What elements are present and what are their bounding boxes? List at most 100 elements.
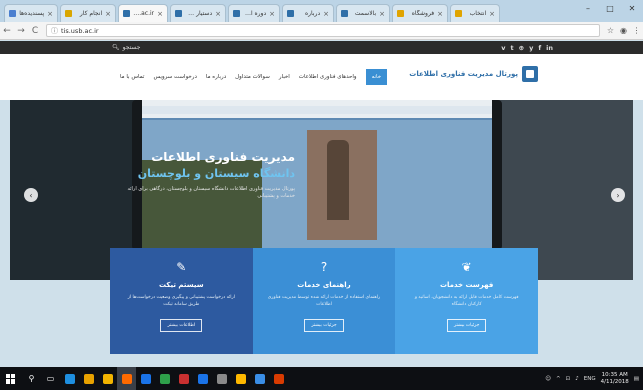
tab-label: فروشگاه <box>411 10 435 17</box>
notification-icon[interactable]: ▤ <box>634 376 639 382</box>
taskbar-app-icon[interactable] <box>136 367 155 390</box>
tray-people-icon[interactable]: ☺ <box>545 376 551 382</box>
extension-icon[interactable]: ◉ <box>617 26 630 35</box>
tab-label: درباره <box>305 10 321 17</box>
card-description: فهرست کامل خدمات قابل ارائه به دانشجویان… <box>414 295 519 307</box>
taskbar-app-icon[interactable] <box>60 367 79 390</box>
slider-next-icon[interactable]: › <box>611 188 625 202</box>
forward-icon[interactable]: → <box>14 26 28 36</box>
tab-close-icon[interactable]: × <box>47 10 53 18</box>
tab-close-icon[interactable]: × <box>269 10 275 18</box>
app-glyph-icon <box>216 373 227 384</box>
tab-close-icon[interactable]: × <box>437 10 443 18</box>
taskbar-app-icon[interactable] <box>98 367 117 390</box>
nav-item-news[interactable]: اخبار <box>279 74 290 80</box>
browser-tab[interactable]: دستیار شما × <box>170 4 226 22</box>
browser-tab[interactable]: فروشگاه × <box>392 4 448 22</box>
app-glyph-icon <box>197 373 208 384</box>
slider-prev-icon[interactable]: ‹ <box>24 188 38 202</box>
language-indicator[interactable]: ENG <box>584 376 596 382</box>
taskbar-app-icon[interactable] <box>155 367 174 390</box>
task-view-icon[interactable]: ▭ <box>41 367 60 390</box>
browser-tab[interactable]: انجام کار × <box>60 4 116 22</box>
telegram-icon[interactable]: t <box>511 44 514 52</box>
volume-icon[interactable]: ♪ <box>575 376 579 382</box>
browser-tab[interactable]: پسندیده‌ها × <box>4 4 58 22</box>
browser-tab[interactable]: دوره آموزشی× <box>228 4 280 22</box>
app-glyph-icon <box>83 373 94 384</box>
minimize-button[interactable]: – <box>577 0 599 16</box>
tab-close-icon[interactable]: × <box>157 10 163 18</box>
taskbar-app-icon[interactable] <box>117 367 136 390</box>
nav-item-faq[interactable]: سوالات متداول <box>235 74 270 80</box>
nav-item-contact[interactable]: تماس با ما <box>120 74 144 80</box>
system-tray: ☺ ^ ⊡ ♪ ENG 10:35 AM 4/11/2018 ▤ <box>545 372 643 385</box>
browser-tab[interactable]: درباره × <box>282 4 334 22</box>
taskbar-app-icon[interactable] <box>269 367 288 390</box>
nav-item-about[interactable]: درباره ما <box>206 74 226 80</box>
edit-icon: ✎ <box>176 260 187 274</box>
clock[interactable]: 10:35 AM 4/11/2018 <box>601 372 629 385</box>
maximize-button[interactable]: □ <box>599 0 621 16</box>
tab-label: tis.ac.ir <box>133 10 155 17</box>
taskbar-app-icon[interactable] <box>174 367 193 390</box>
app-glyph-icon <box>254 373 265 384</box>
taskbar-app-icon[interactable] <box>212 367 231 390</box>
tab-close-icon[interactable]: × <box>379 10 385 18</box>
card-more-button[interactable]: اطلاعات بیشتر <box>160 318 203 332</box>
tab-favicon-icon <box>397 10 404 17</box>
taskbar-app-icon[interactable] <box>250 367 269 390</box>
nav-item-service-request[interactable]: درخواست سرویس <box>153 74 196 80</box>
app-glyph-icon <box>159 373 170 384</box>
facebook-icon[interactable]: f <box>538 44 541 52</box>
instagram-icon[interactable]: ⊕ <box>519 44 524 52</box>
app-glyph-icon <box>102 373 113 384</box>
tab-close-icon[interactable]: × <box>489 10 495 18</box>
url-input[interactable]: ⓘ tis.usb.ac.ir <box>46 24 600 37</box>
windows-taskbar: ⚲ ▭ ☺ ^ ⊡ ♪ ENG 10:35 AM 4/11/2018 ▤ <box>0 367 643 390</box>
reload-icon[interactable]: C <box>28 26 42 36</box>
card-more-button[interactable]: جزئیات بیشتر <box>304 318 344 332</box>
search-icon[interactable]: ⚲ <box>22 367 41 390</box>
window-controls: – □ ✕ <box>577 0 643 16</box>
menu-icon[interactable]: ⋮ <box>630 26 643 35</box>
vimeo-icon[interactable]: v <box>501 44 505 52</box>
hero-description: پورتال مدیریت فناوری اطلاعات دانشگاه سیس… <box>127 186 295 199</box>
linkedin-icon[interactable]: in <box>546 44 553 52</box>
tab-favicon-icon <box>233 10 240 17</box>
network-icon[interactable]: ⊡ <box>566 376 571 382</box>
tab-close-icon[interactable]: × <box>105 10 111 18</box>
taskbar-app-icon[interactable] <box>193 367 212 390</box>
tab-label: دستیار شما <box>185 10 213 17</box>
tab-close-icon[interactable]: × <box>215 10 221 18</box>
site-logo[interactable]: پورتال مدیریت فناوری اطلاعات <box>409 66 538 82</box>
card-title: سیستم تیکت <box>159 281 204 289</box>
taskbar-app-icon[interactable] <box>79 367 98 390</box>
site-search[interactable]: 🔍︎ جستجو <box>112 44 140 51</box>
browser-tab[interactable]: tis.ac.ir × <box>118 4 168 22</box>
card-more-button[interactable]: جزئیات بیشتر <box>446 318 487 332</box>
nav-item-it-units[interactable]: واحدهای فناوری اطلاعات <box>299 74 357 80</box>
start-button[interactable] <box>0 367 22 390</box>
tab-favicon-icon <box>341 10 348 17</box>
nav-item-home[interactable]: خانه <box>365 69 388 85</box>
back-icon[interactable]: ← <box>0 26 14 36</box>
address-bar-row: ← → C ⓘ tis.usb.ac.ir ☆ ◉ ⋮ <box>0 22 643 40</box>
browser-tab[interactable]: انتخاب × <box>450 4 500 22</box>
star-icon[interactable]: ☆ <box>604 26 617 35</box>
taskbar-apps <box>60 367 288 390</box>
tab-favicon-icon <box>123 10 130 17</box>
service-cards: ✎ سیستم تیکت ارائه درخواست پشتیبانی و پی… <box>110 248 539 354</box>
site-topbar: 🔍︎ جستجو v t ⊕ y f in <box>0 41 643 54</box>
browser-tab[interactable]: بالاسمت × <box>336 4 390 22</box>
close-window-button[interactable]: ✕ <box>621 0 643 16</box>
taskbar-app-icon[interactable] <box>231 367 250 390</box>
tray-chevron-icon[interactable]: ^ <box>556 376 561 382</box>
tab-label: انتخاب <box>469 10 487 17</box>
twitter-icon[interactable]: y <box>529 44 533 52</box>
tab-label: انجام کار <box>79 10 103 17</box>
screen: پسندیده‌ها × انجام کار × tis.ac.ir × دستیار شم… <box>0 0 643 390</box>
tab-favicon-icon <box>65 10 72 17</box>
hero-caption: مدیریت فناوری اطلاعات دانشگاه سیستان و ب… <box>120 150 295 200</box>
tab-close-icon[interactable]: × <box>323 10 329 18</box>
